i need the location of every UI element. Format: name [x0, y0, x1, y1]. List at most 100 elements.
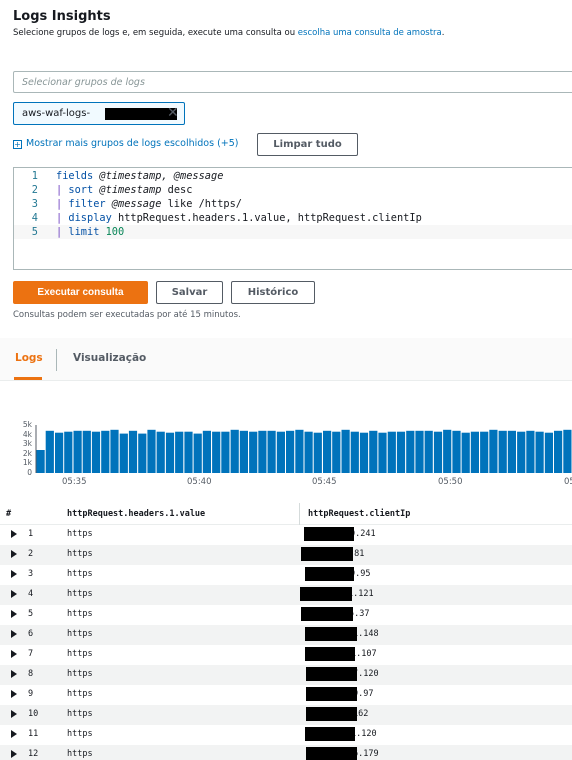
histogram-bar[interactable] — [378, 432, 387, 473]
histogram-bar[interactable] — [147, 429, 156, 473]
histogram-bar[interactable] — [470, 431, 479, 473]
expand-arrow-icon[interactable] — [11, 550, 17, 558]
histogram-bar[interactable] — [359, 432, 369, 473]
table-row[interactable]: 5 https 5.37 — [0, 605, 572, 625]
histogram-bar[interactable] — [452, 430, 461, 473]
histogram-bar[interactable] — [212, 431, 221, 473]
histogram-bar[interactable] — [239, 430, 248, 473]
histogram-bar[interactable] — [443, 429, 452, 473]
run-query-button[interactable]: Executar consulta — [13, 281, 148, 304]
histogram-bar[interactable] — [304, 431, 313, 473]
more-groups-link[interactable]: + Mostrar mais grupos de logs escolhidos … — [13, 138, 239, 149]
histogram-bar[interactable] — [156, 431, 165, 473]
histogram-bar[interactable] — [165, 432, 175, 473]
table-row[interactable]: 1 https 0.241 — [0, 525, 572, 545]
histogram-bar[interactable] — [498, 430, 507, 473]
table-row[interactable]: 11 https 1.120 — [0, 725, 572, 745]
table-row[interactable]: 9 https 9.97 — [0, 685, 572, 705]
histogram-bar[interactable] — [184, 431, 193, 473]
expand-arrow-icon[interactable] — [11, 570, 17, 578]
histogram-bar[interactable] — [406, 430, 415, 473]
histogram-bar[interactable] — [258, 430, 267, 473]
histogram-bar[interactable] — [101, 430, 110, 473]
expand-arrow-icon[interactable] — [11, 630, 17, 638]
histogram-bar[interactable] — [267, 430, 276, 473]
x-tick-label: 05:45 — [312, 477, 337, 487]
query-editor[interactable]: 1 fields @timestamp, @message 2 | sort @tim… — [13, 167, 572, 270]
expand-arrow-icon[interactable] — [11, 730, 17, 738]
histogram-bar[interactable] — [489, 429, 498, 473]
histogram-bar[interactable] — [175, 431, 184, 473]
query-line[interactable]: 5 | limit 100 — [14, 225, 572, 239]
histogram-bar[interactable] — [517, 431, 526, 473]
redacted-block — [305, 627, 357, 641]
histogram-bar[interactable] — [193, 433, 202, 473]
table-row[interactable]: 4 https 1.121 — [0, 585, 572, 605]
histogram-bar[interactable] — [544, 432, 553, 473]
expand-arrow-icon[interactable] — [11, 530, 17, 538]
histogram-bar[interactable] — [396, 431, 406, 473]
histogram-bar[interactable] — [332, 431, 341, 473]
histogram-bar[interactable] — [424, 430, 433, 473]
expand-arrow-icon[interactable] — [11, 610, 17, 618]
close-icon[interactable]: ✕ — [167, 105, 179, 121]
histogram-bar[interactable] — [369, 430, 378, 473]
save-button[interactable]: Salvar — [156, 281, 223, 304]
expand-arrow-icon[interactable] — [11, 670, 17, 678]
histogram-bar[interactable] — [128, 430, 138, 473]
histogram-bar[interactable] — [295, 429, 304, 473]
histogram-bar[interactable] — [138, 433, 147, 473]
redacted-block — [305, 647, 355, 661]
histogram-bar[interactable] — [45, 430, 54, 473]
table-row[interactable]: 12 https 6.179 — [0, 745, 572, 760]
histogram-bar[interactable] — [55, 432, 64, 473]
histogram-bar[interactable] — [73, 430, 82, 473]
histogram-bar[interactable] — [341, 429, 350, 473]
histogram-bar[interactable] — [563, 429, 572, 473]
histogram-bar[interactable] — [36, 450, 45, 473]
histogram-bar[interactable] — [433, 431, 443, 473]
table-row[interactable]: 10 https 162 — [0, 705, 572, 725]
row-index: 8 — [28, 669, 34, 679]
history-button[interactable]: Histórico — [231, 281, 315, 304]
histogram-bar[interactable] — [387, 431, 396, 473]
table-row[interactable]: 2 https .81 — [0, 545, 572, 565]
histogram-bar[interactable] — [249, 431, 258, 473]
expand-arrow-icon[interactable] — [11, 710, 17, 718]
histogram-bar[interactable] — [221, 431, 230, 473]
histogram-bar[interactable] — [110, 429, 119, 473]
table-row[interactable]: 3 https 9.95 — [0, 565, 572, 585]
col-client-ip-header[interactable]: httpRequest.clientIp — [308, 509, 410, 519]
tab-visualization[interactable]: Visualização — [73, 352, 146, 364]
table-row[interactable]: 6 https 1.148 — [0, 625, 572, 645]
clear-all-button[interactable]: Limpar tudo — [257, 133, 358, 156]
expand-arrow-icon[interactable] — [11, 690, 17, 698]
histogram-bar[interactable] — [480, 431, 489, 473]
expand-arrow-icon[interactable] — [11, 590, 17, 598]
histogram-bar[interactable] — [64, 431, 73, 473]
table-row[interactable]: 8 https 7.120 — [0, 665, 572, 685]
histogram-bar[interactable] — [461, 432, 470, 473]
histogram-bar[interactable] — [91, 431, 101, 473]
histogram-bar[interactable] — [526, 430, 535, 473]
tab-logs[interactable]: Logs — [15, 352, 43, 364]
sample-query-link[interactable]: escolha uma consulta de amostra — [298, 28, 442, 38]
histogram-bar[interactable] — [554, 430, 563, 473]
histogram-bar[interactable] — [313, 432, 322, 473]
table-row[interactable]: 7 https 1.107 — [0, 645, 572, 665]
histogram-bar[interactable] — [323, 430, 332, 473]
expand-arrow-icon[interactable] — [11, 750, 17, 758]
histogram-bar[interactable] — [507, 430, 516, 473]
histogram-bar[interactable] — [82, 430, 91, 473]
histogram-bar[interactable] — [286, 430, 295, 473]
histogram-bar[interactable] — [535, 431, 544, 473]
histogram-bar[interactable] — [350, 431, 359, 473]
histogram-bar[interactable] — [119, 433, 128, 473]
expand-arrow-icon[interactable] — [11, 650, 17, 658]
histogram-bar[interactable] — [415, 430, 424, 473]
histogram-bar[interactable] — [230, 429, 239, 473]
log-group-select[interactable]: Selecionar grupos de logs — [13, 71, 572, 93]
histogram-bar[interactable] — [202, 430, 211, 473]
col-headers-value-header[interactable]: httpRequest.headers.1.value — [67, 509, 205, 519]
histogram-bar[interactable] — [276, 431, 285, 473]
